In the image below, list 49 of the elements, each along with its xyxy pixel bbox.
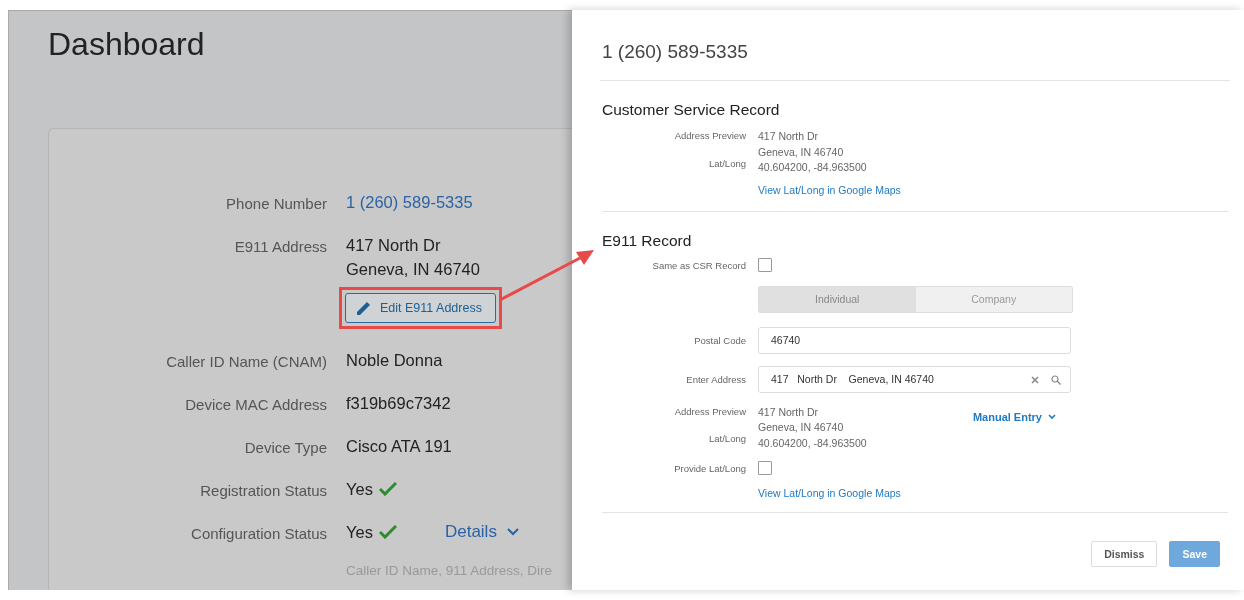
segment-tab[interactable]: Company (915, 286, 1072, 312)
field-label: Enter Address (685, 373, 746, 385)
details-link[interactable]: Details (444, 520, 519, 544)
field-label: Device Type (243, 438, 327, 456)
field-value: Noble Donna (346, 350, 443, 371)
field-label: E911 Address (233, 237, 327, 255)
checkbox[interactable] (758, 257, 772, 272)
field-label: Same as CSR Record (651, 258, 746, 271)
field-label: Lat/Long (708, 156, 746, 169)
address-line: 417 North Dr (346, 235, 441, 256)
map-link[interactable]: View Lat/Long in Google Maps (758, 487, 1228, 499)
address-field[interactable]: 417 North Dr Geneva, IN 46740 (758, 365, 1071, 393)
segment-tab[interactable]: Individual (759, 286, 916, 312)
pencil-icon (356, 300, 372, 316)
clear-icon (1031, 375, 1039, 384)
latlong-value: 40.604200, -84.963500 (758, 435, 867, 451)
field-label: Phone Number (225, 194, 327, 212)
status-value: Yes (346, 522, 373, 543)
address-line: Geneva, IN 46740 (758, 420, 845, 435)
field-label: Configuration Status (190, 524, 327, 542)
address-line: Geneva, IN 46740 (346, 259, 480, 280)
page-title: Dashboard (48, 25, 206, 63)
field-label: Registration Status (199, 481, 327, 499)
field-label: Address Preview (673, 404, 746, 417)
field-label: Provide Lat/Long (673, 462, 746, 474)
checkbox[interactable] (758, 461, 772, 475)
field-value: f319b69c7342 (346, 393, 451, 414)
address-line: 417 North Dr (758, 129, 820, 144)
search-icon (1051, 374, 1061, 385)
section-heading: E911 Record (602, 231, 693, 250)
field-label: Caller ID Name (CNAM) (165, 352, 327, 370)
section-heading: Customer Service Record (602, 101, 781, 119)
field-label: Address Preview (673, 129, 746, 141)
field-label: Postal Code (693, 334, 746, 346)
edit-address-button[interactable]: Edit E911 Address (345, 293, 496, 323)
latlong-value: 40.604200, -84.963500 (758, 160, 867, 175)
field-value: Cisco ATA 191 (346, 436, 452, 457)
address-line: Geneva, IN 46740 (758, 144, 845, 160)
status-value: Yes (346, 479, 373, 500)
field-label: Device MAC Address (184, 395, 327, 413)
dismiss-button[interactable]: Dismiss (1091, 541, 1158, 567)
manual-entry-link[interactable]: Manual Entry (972, 410, 1056, 423)
map-link[interactable]: View Lat/Long in Google Maps (758, 183, 901, 196)
phone-link[interactable]: 1 (260) 589-5335 (346, 190, 473, 214)
postal-code-field[interactable]: 46740 (758, 326, 1071, 354)
save-button[interactable]: Save (1169, 541, 1220, 567)
panel-title: 1 (260) 589-5335 (600, 10, 1230, 81)
field-label: Lat/Long (708, 432, 746, 444)
address-line: 417 North Dr (758, 404, 820, 420)
